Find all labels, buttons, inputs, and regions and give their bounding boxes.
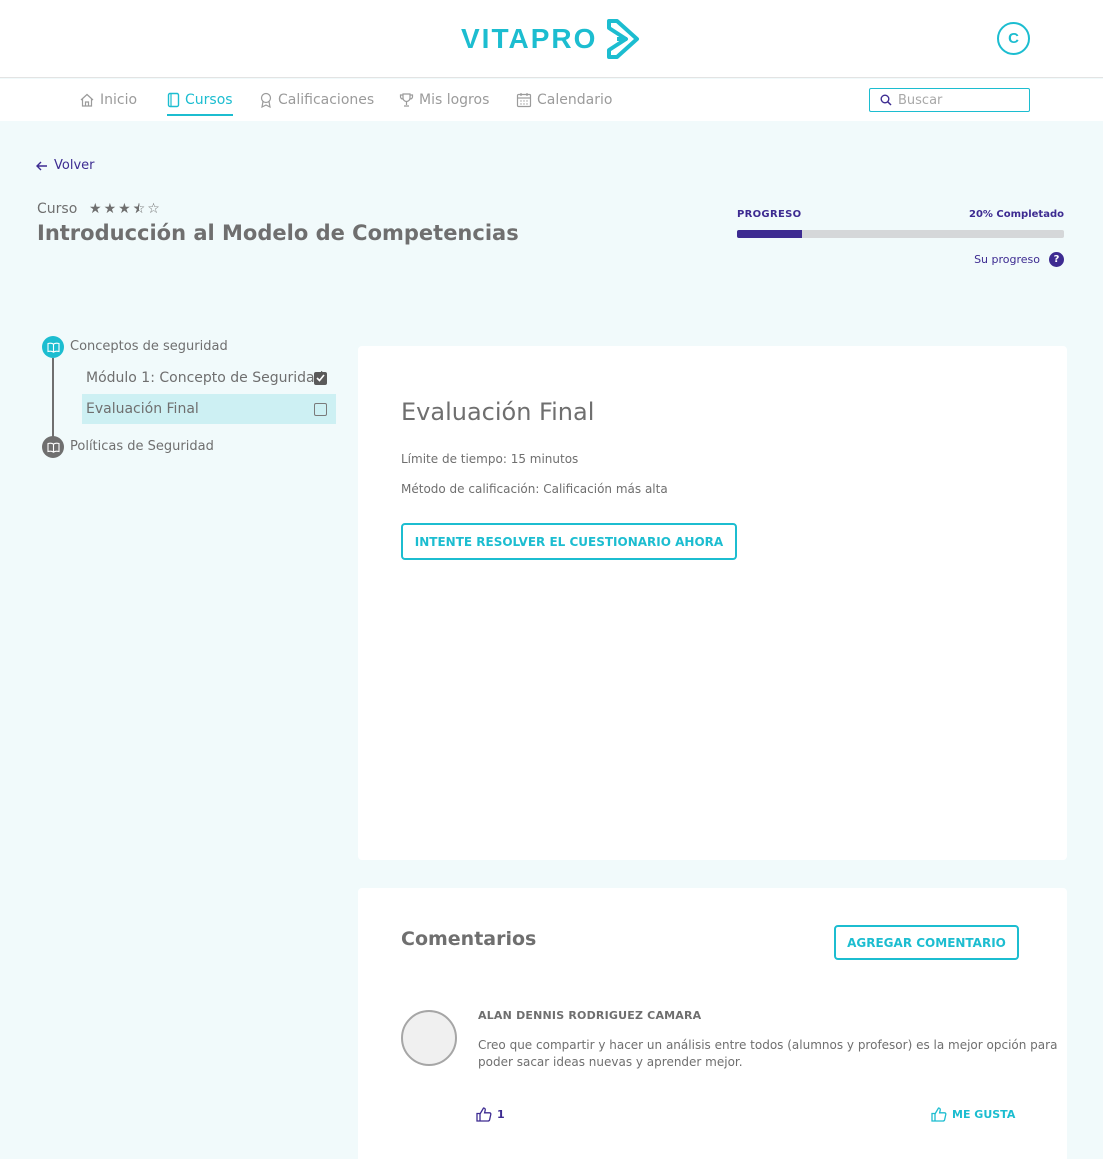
sidebar-section-politicas[interactable]: Políticas de Seguridad xyxy=(70,439,214,454)
comments-title: Comentarios xyxy=(401,928,537,950)
tree-connector xyxy=(52,358,54,438)
arrow-left-icon xyxy=(36,161,47,170)
evaluation-card: Evaluación Final Límite de tiempo: 15 mi… xyxy=(358,346,1067,860)
like-count[interactable]: 1 xyxy=(476,1107,505,1122)
trophy-icon xyxy=(399,93,414,107)
module-label: Módulo 1: Concepto de Seguridad xyxy=(86,370,324,386)
back-label: Volver xyxy=(54,158,95,173)
nav-cursos[interactable]: Cursos xyxy=(167,79,233,121)
logo-text: VITAPRO xyxy=(461,23,598,54)
star-full-icon: ★ xyxy=(118,201,131,217)
star-empty-icon: ☆ xyxy=(147,201,160,217)
help-icon[interactable]: ? xyxy=(1049,252,1064,267)
check-icon xyxy=(316,374,325,382)
thumbs-up-icon xyxy=(476,1107,492,1122)
su-progreso-link[interactable]: Su progreso ? xyxy=(930,252,1064,267)
progress-percent-text: 20% Completado xyxy=(969,209,1064,220)
vitapro-logo[interactable]: VITAPRO xyxy=(461,16,647,62)
sidebar-module-evaluacion[interactable]: Evaluación Final xyxy=(82,394,336,424)
search-icon xyxy=(880,94,892,106)
star-full-icon: ★ xyxy=(89,201,102,217)
search-box[interactable] xyxy=(869,88,1030,112)
nav-calificaciones-label: Calificaciones xyxy=(278,92,375,108)
book-open-icon xyxy=(42,436,64,458)
course-label: Curso xyxy=(37,201,78,217)
star-full-icon: ★ xyxy=(103,201,117,217)
sidebar-module-1[interactable]: Módulo 1: Concepto de Seguridad xyxy=(82,363,336,393)
comment-text: Creo que compartir y hacer un análisis e… xyxy=(478,1038,1058,1069)
book-icon xyxy=(167,92,180,108)
comments-card: Comentarios AGREGAR COMENTARIO ALAN DENN… xyxy=(358,888,1067,1159)
logo-chevron-icon xyxy=(607,19,640,59)
nav-calendario[interactable]: Calendario xyxy=(516,79,612,121)
nav-inicio[interactable]: Inicio xyxy=(79,79,137,121)
back-link[interactable]: Volver xyxy=(36,158,95,173)
grading-method: Método de calificación: Calificación más… xyxy=(401,482,668,496)
like-count-value: 1 xyxy=(497,1108,505,1121)
award-icon xyxy=(260,92,272,108)
nav-mis-logros-label: Mis logros xyxy=(419,92,490,108)
evaluation-title: Evaluación Final xyxy=(401,398,595,426)
nav-mis-logros[interactable]: Mis logros xyxy=(399,79,489,121)
like-button-label: ME GUSTA xyxy=(952,1108,1016,1121)
sidebar-section-conceptos[interactable]: Conceptos de seguridad xyxy=(70,339,228,354)
nav-calificaciones[interactable]: Calificaciones xyxy=(259,79,374,121)
progress-label: PROGRESO xyxy=(737,209,802,220)
time-limit: Límite de tiempo: 15 minutos xyxy=(401,452,579,466)
book-open-icon xyxy=(42,336,64,358)
like-button[interactable]: ME GUSTA xyxy=(931,1107,1015,1122)
user-avatar[interactable]: C xyxy=(997,22,1030,55)
nav-inicio-label: Inicio xyxy=(100,92,138,108)
module-label: Evaluación Final xyxy=(86,401,199,417)
course-rating: ★★★☆★☆ xyxy=(89,200,162,218)
add-comment-button[interactable]: AGREGAR COMENTARIO xyxy=(834,925,1019,960)
su-progreso-label: Su progreso xyxy=(974,253,1040,266)
top-header: VITAPRO C xyxy=(0,0,1103,78)
progress-bar xyxy=(737,230,1064,238)
progress-bar-fill xyxy=(737,230,803,238)
search-input[interactable] xyxy=(898,92,1018,108)
home-icon xyxy=(80,93,94,107)
comment-author: ALAN DENNIS RODRIGUEZ CAMARA xyxy=(478,1009,702,1022)
main-nav: Inicio Cursos Calificaciones Mis logros … xyxy=(0,79,1103,121)
module-incomplete-checkbox xyxy=(314,402,327,416)
commenter-avatar xyxy=(401,1010,457,1066)
module-complete-checkbox xyxy=(314,371,327,385)
thumbs-up-icon xyxy=(931,1107,947,1122)
course-title: Introducción al Modelo de Competencias xyxy=(37,221,519,245)
nav-cursos-label: Cursos xyxy=(185,92,233,108)
start-quiz-button[interactable]: INTENTE RESOLVER EL CUESTIONARIO AHORA xyxy=(401,523,737,560)
calendar-icon xyxy=(516,93,532,108)
nav-calendario-label: Calendario xyxy=(537,92,613,108)
star-half-icon: ☆★ xyxy=(132,201,146,217)
